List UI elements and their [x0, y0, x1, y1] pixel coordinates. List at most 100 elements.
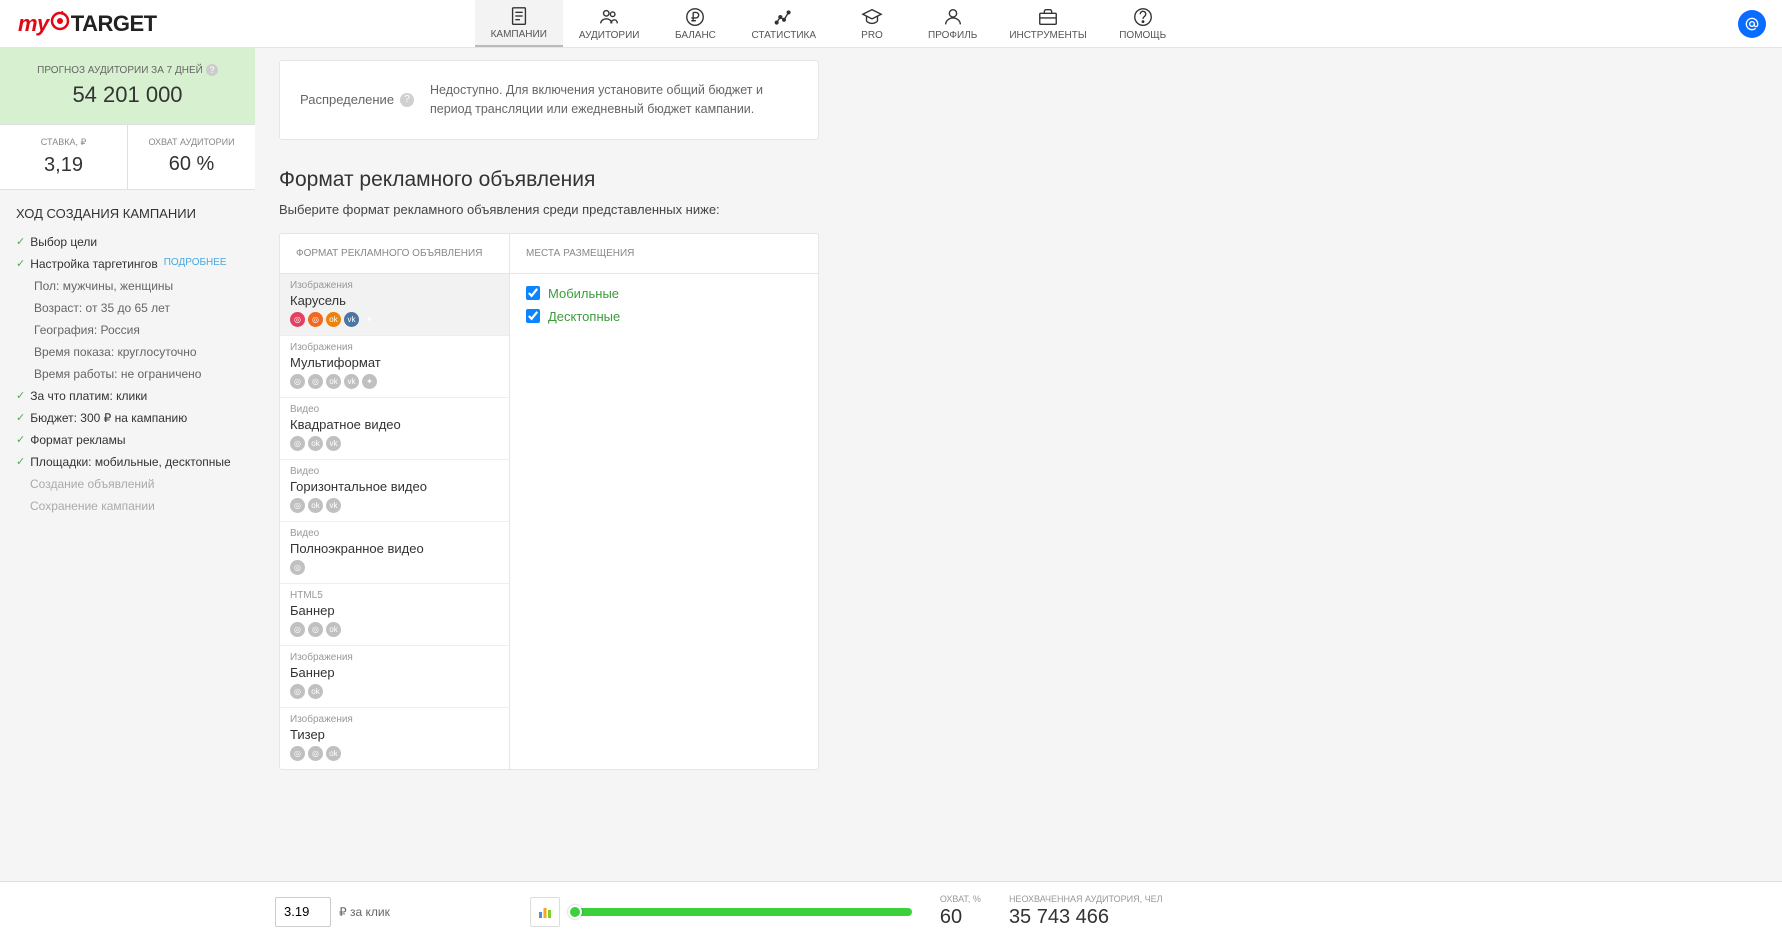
bar-chart-icon: [537, 904, 553, 920]
metric-value: 60 %: [134, 153, 249, 176]
metric-value: 3,19: [6, 154, 121, 177]
mobile-checkbox[interactable]: [526, 286, 540, 300]
nav-profile[interactable]: ПРОФИЛЬ: [912, 0, 993, 47]
help-icon[interactable]: ?: [400, 93, 414, 107]
platform-icon: ok: [326, 374, 341, 389]
placement-label[interactable]: Десктопные: [548, 309, 620, 324]
metric-value: 60: [940, 906, 981, 929]
platform-icon: ok: [308, 684, 323, 699]
step-targeting[interactable]: ✓Настройка таргетинговПОДРОБНЕЕ: [0, 253, 255, 275]
step-format[interactable]: ✓Формат рекламы: [0, 429, 255, 451]
placement-desktop[interactable]: Десктопные: [526, 309, 802, 324]
top-navigation: my TARGET КАМПАНИИ АУДИТОРИИ БАЛАНС СТАТИ…: [0, 0, 1782, 48]
nav-label: СТАТИСТИКА: [751, 30, 816, 41]
step-create-ads[interactable]: Создание объявлений: [0, 473, 255, 495]
platform-icon: ◎: [290, 746, 305, 761]
platform-icon: ◎: [290, 374, 305, 389]
col-format-header: ФОРМАТ РЕКЛАМНОГО ОБЪЯВЛЕНИЯ: [280, 234, 510, 273]
nav-statistics[interactable]: СТАТИСТИКА: [735, 0, 832, 47]
slider-thumb[interactable]: [568, 905, 582, 919]
platform-icon: ◎: [290, 560, 305, 575]
graduation-icon: [861, 6, 883, 28]
main-content: Распределение? Недоступно. Для включения…: [255, 48, 1782, 881]
format-icons: ◎ ok vk: [290, 498, 499, 513]
format-type: Изображения: [290, 652, 499, 663]
format-icons: ◎ ok: [290, 684, 499, 699]
format-type: Изображения: [290, 714, 499, 725]
avatar[interactable]: [1738, 10, 1766, 38]
metric-label: НЕОХВАЧЕННАЯ АУДИТОРИЯ, ЧЕЛ: [1009, 894, 1163, 904]
format-image-banner[interactable]: Изображения Баннер ◎ ok: [280, 646, 509, 708]
step-save[interactable]: Сохранение кампании: [0, 495, 255, 517]
nav-audiences[interactable]: АУДИТОРИИ: [563, 0, 656, 47]
platform-icon: ◎: [290, 498, 305, 513]
metric-label: СТАВКА, ₽: [6, 137, 121, 148]
platform-icon: ◎: [290, 622, 305, 637]
format-horizontal-video[interactable]: Видео Горизонтальное видео ◎ ok vk: [280, 460, 509, 522]
step-budget[interactable]: ✓Бюджет: 300 ₽ на кампанию: [0, 407, 255, 429]
step-gender: Пол: мужчины, женщины: [0, 275, 255, 297]
format-name: Карусель: [290, 293, 499, 308]
forecast-value: 54 201 000: [10, 82, 245, 108]
reach-slider[interactable]: [572, 908, 912, 916]
forecast-label: ПРОГНОЗ АУДИТОРИИ ЗА 7 ДНЕЙ?: [10, 64, 245, 76]
step-placements[interactable]: ✓Площадки: мобильные, десктопные: [0, 451, 255, 473]
nav-pro[interactable]: PRO: [832, 0, 912, 47]
desktop-checkbox[interactable]: [526, 309, 540, 323]
placement-list: Мобильные Десктопные: [510, 274, 818, 769]
bottom-bar: ₽ за клик ОХВАТ, % 60 НЕОХВАЧЕННАЯ АУДИТ…: [0, 881, 1782, 941]
logo-target-text: TARGET: [71, 11, 157, 36]
format-type: Изображения: [290, 280, 499, 291]
platform-icon: ◎: [308, 746, 323, 761]
format-icons: ◎: [290, 560, 499, 575]
check-icon: ✓: [16, 257, 25, 270]
nav-label: ПРОФИЛЬ: [928, 30, 977, 41]
format-html5-banner[interactable]: HTML5 Баннер ◎ ◎ ok: [280, 584, 509, 646]
nav-label: БАЛАНС: [675, 30, 716, 41]
format-name: Баннер: [290, 665, 499, 680]
toolbox-icon: [1037, 6, 1059, 28]
step-goal[interactable]: ✓Выбор цели: [0, 231, 255, 253]
platform-icon: ok: [308, 436, 323, 451]
nav-label: КАМПАНИИ: [491, 29, 547, 40]
format-square-video[interactable]: Видео Квадратное видео ◎ ok vk: [280, 398, 509, 460]
format-teaser[interactable]: Изображения Тизер ◎ ◎ ok: [280, 708, 509, 769]
bottom-reach-metric: ОХВАТ, % 60: [940, 894, 981, 929]
nav-balance[interactable]: БАЛАНС: [655, 0, 735, 47]
nav-help[interactable]: ПОМОЩЬ: [1103, 0, 1183, 47]
format-carousel[interactable]: Изображения Карусель ◎ ◎ ok vk ✦: [280, 274, 509, 336]
format-icons: ◎ ok vk: [290, 436, 499, 451]
chart-toggle-button[interactable]: [530, 897, 560, 927]
format-type: Видео: [290, 404, 499, 415]
progress-title: ХОД СОЗДАНИЯ КАМПАНИИ: [0, 190, 255, 231]
nav-tools[interactable]: ИНСТРУМЕНТЫ: [993, 0, 1102, 47]
nav-label: ПОМОЩЬ: [1119, 30, 1166, 41]
format-fullscreen-video[interactable]: Видео Полноэкранное видео ◎: [280, 522, 509, 584]
distribution-text: Недоступно. Для включения установите общ…: [430, 81, 798, 119]
sidebar: ПРОГНОЗ АУДИТОРИИ ЗА 7 ДНЕЙ? 54 201 000 …: [0, 48, 255, 881]
logo-my-text: my: [18, 11, 49, 36]
check-icon: ✓: [16, 389, 25, 402]
placement-mobile[interactable]: Мобильные: [526, 286, 802, 301]
people-icon: [598, 6, 620, 28]
placement-label[interactable]: Мобильные: [548, 286, 619, 301]
format-name: Полноэкранное видео: [290, 541, 499, 556]
forecast-box: ПРОГНОЗ АУДИТОРИИ ЗА 7 ДНЕЙ? 54 201 000: [0, 48, 255, 125]
nav-campaigns[interactable]: КАМПАНИИ: [475, 0, 563, 47]
document-icon: [508, 5, 530, 27]
format-box: ФОРМАТ РЕКЛАМНОГО ОБЪЯВЛЕНИЯ МЕСТА РАЗМЕ…: [279, 233, 819, 770]
format-name: Квадратное видео: [290, 417, 499, 432]
format-name: Мультиформат: [290, 355, 499, 370]
step-payment[interactable]: ✓За что платим: клики: [0, 385, 255, 407]
bid-input[interactable]: [275, 897, 331, 927]
distribution-label: Распределение?: [300, 81, 430, 119]
format-icons: ◎ ◎ ok vk ✦: [290, 312, 499, 327]
help-icon[interactable]: ?: [206, 64, 218, 76]
more-link[interactable]: ПОДРОБНЕЕ: [164, 257, 227, 268]
mytarget-icon: ◎: [308, 312, 323, 327]
format-multiformat[interactable]: Изображения Мультиформат ◎ ◎ ok vk ✦: [280, 336, 509, 398]
step-time: Время показа: круглосуточно: [0, 341, 255, 363]
format-type: Видео: [290, 466, 499, 477]
platform-icon: ◎: [308, 374, 323, 389]
logo[interactable]: my TARGET: [0, 0, 175, 47]
